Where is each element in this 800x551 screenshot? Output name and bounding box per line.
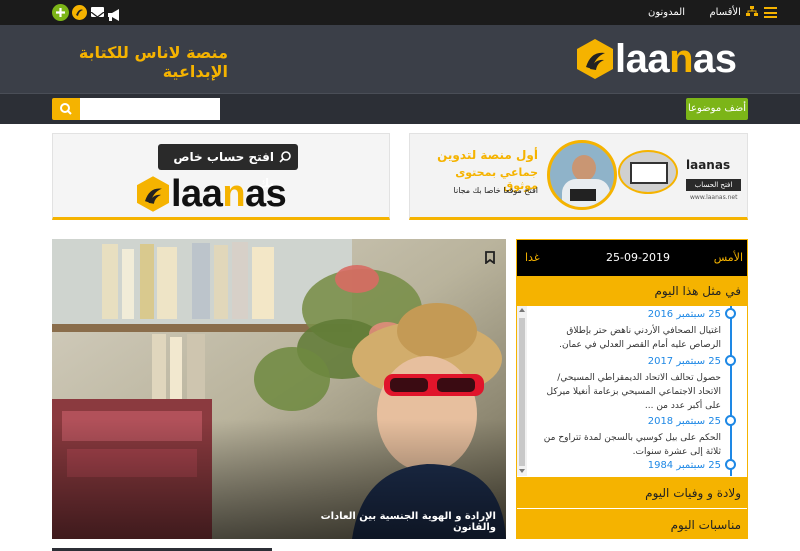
scrollbar[interactable] <box>517 306 527 476</box>
timeline-year[interactable]: 25 سبتمبر 2017 <box>537 356 721 367</box>
timeline-dot <box>725 459 736 470</box>
banner-logo-wordmark: laanas <box>171 173 287 215</box>
hero-article[interactable]: الإرادة و الهوية الجنسية بين العادات وال… <box>52 239 506 539</box>
timeline-text[interactable]: اغتيال الصحافي الأردني ناهض حتر بإطلاق ا… <box>537 324 721 352</box>
promo-url: www.laanas.net <box>690 194 738 201</box>
hamburger-icon[interactable] <box>764 7 777 18</box>
timeline-dot <box>725 355 736 366</box>
timeline-dot <box>725 308 736 319</box>
site-logo[interactable]: laanas <box>577 35 749 83</box>
bloggers-label: المدونون <box>648 7 685 18</box>
search-button[interactable] <box>52 98 80 120</box>
categories-label: الأقسام <box>709 7 741 18</box>
section-on-this-day-title: في مثل هذا اليوم <box>654 284 741 298</box>
promo-monitor <box>618 150 678 194</box>
masthead: laanas منصة لاناس للكتابة الإبداعية <box>0 25 800 93</box>
laanas-logo-icon[interactable] <box>72 5 87 20</box>
laanas-hexagon-icon <box>577 39 613 79</box>
search-bar: أضف موضوعا <box>0 93 800 124</box>
on-this-day-widget: الأمس 25-09-2019 غدا في مثل هذا اليوم 25… <box>516 239 748 539</box>
yesterday-link[interactable]: الأمس <box>714 251 743 264</box>
megaphone-icon[interactable] <box>108 6 122 21</box>
timeline-list[interactable]: 25 سبتمبر 2016 اغتيال الصحافي الأردني نا… <box>517 306 747 476</box>
timeline-dot <box>725 415 736 426</box>
promo-subline: افتح موقعا خاصا بك مجانا <box>453 186 538 195</box>
timeline-text[interactable]: الحكم على بيل كوسبي بالسجن لمدة تتراوح م… <box>537 431 721 459</box>
current-date: 25-09-2019 <box>606 251 670 264</box>
categories-link[interactable]: الأقسام <box>690 0 758 25</box>
promo-photo <box>547 140 617 210</box>
sitemap-icon <box>746 6 758 16</box>
timeline-text[interactable]: حصول تحالف الاتحاد الديمقراطي المسيحي/ال… <box>537 371 722 413</box>
bookmark-icon[interactable] <box>485 251 495 264</box>
section-births-deaths-title: ولادة و وفيات اليوم <box>645 486 741 500</box>
tomorrow-link[interactable]: غدا <box>525 251 540 264</box>
timeline-year[interactable]: 25 سبتمبر 1984 <box>537 460 721 471</box>
section-occasions-title: مناسبات اليوم <box>670 518 741 532</box>
plus-circle-icon[interactable] <box>52 4 69 21</box>
timeline-year[interactable]: 25 سبتمبر 2018 <box>537 416 721 427</box>
banner-platform-promo[interactable]: أول منصة لتدوين جماعي بمحتوى موثوق افتح … <box>409 133 748 220</box>
add-topic-button[interactable]: أضف موضوعا <box>686 98 748 120</box>
section-births-deaths[interactable]: ولادة و وفيات اليوم <box>517 476 747 508</box>
site-tagline: منصة لاناس للكتابة الإبداعية <box>78 43 228 81</box>
section-occasions[interactable]: مناسبات اليوم <box>517 508 747 538</box>
promo-mini-button: افتح الحساب <box>686 179 741 191</box>
hero-caption[interactable]: الإرادة و الهوية الجنسية بين العادات وال… <box>282 511 496 533</box>
date-navigator: الأمس 25-09-2019 غدا <box>517 240 747 276</box>
timeline-year[interactable]: 25 سبتمبر 2016 <box>537 309 721 320</box>
top-bar: الأقسام المدونون <box>0 0 800 41</box>
banner-open-account[interactable]: افتح حساب خاص بك laanas <box>52 133 390 220</box>
search-icon <box>279 151 291 163</box>
search-input[interactable] <box>80 98 220 120</box>
envelope-icon[interactable] <box>90 7 105 18</box>
section-on-this-day[interactable]: في مثل هذا اليوم <box>517 276 747 306</box>
search-icon <box>60 103 72 115</box>
laanas-hexagon-icon <box>137 176 169 212</box>
timeline-line <box>730 306 732 476</box>
open-account-button: افتح حساب خاص بك <box>158 144 298 190</box>
promo-headline-1: أول منصة لتدوين <box>437 148 538 162</box>
bloggers-link[interactable]: المدونون <box>630 0 685 41</box>
promo-mini-logo: laanas <box>686 158 731 172</box>
hero-image <box>52 239 506 539</box>
logo-wordmark: laanas <box>615 37 737 81</box>
